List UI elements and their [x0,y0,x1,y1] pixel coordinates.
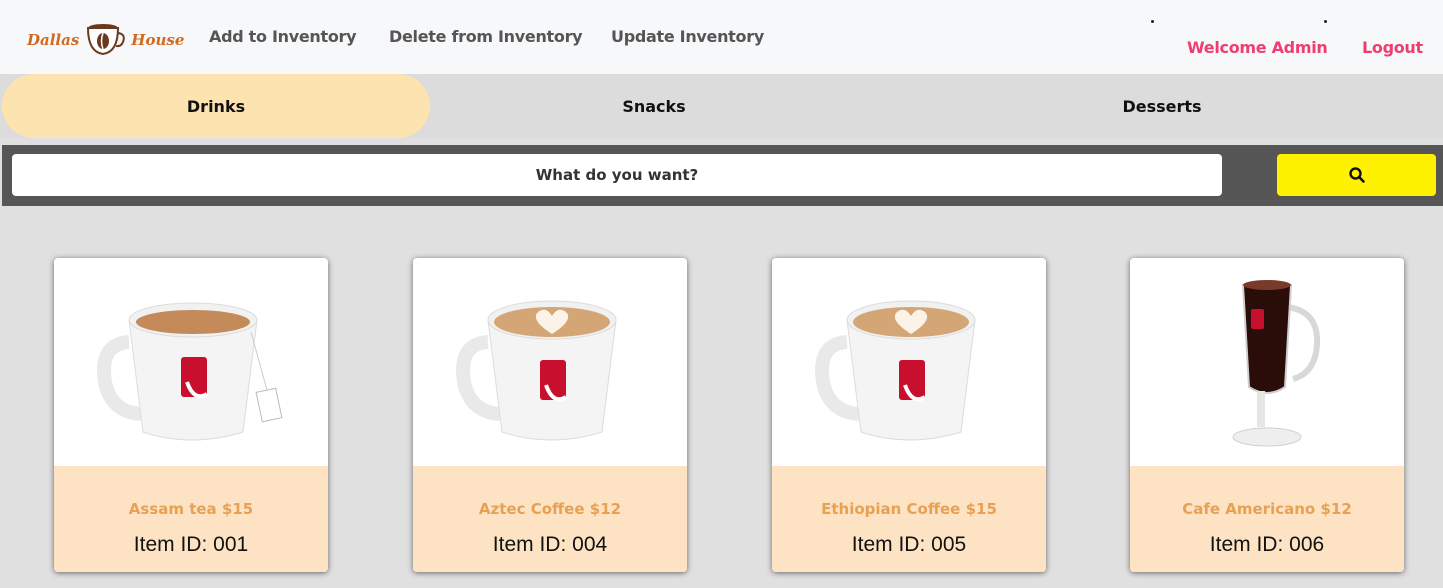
search-input[interactable] [12,154,1222,196]
card-footer: Cafe Americano $12 Item ID: 006 [1130,466,1404,572]
welcome-admin-link[interactable]: Welcome Admin [1187,38,1328,57]
product-image-ethiopian-coffee [772,258,1046,466]
search-icon [1348,167,1365,183]
nav-add-to-inventory[interactable]: Add to Inventory [209,27,357,46]
tea-mug-image [97,302,283,441]
product-card[interactable]: Aztec Coffee $12 Item ID: 004 [413,258,687,572]
tab-label: Snacks [622,96,686,116]
product-card[interactable]: Assam tea $15 Item ID: 001 [54,258,328,572]
brand-word-right: House [131,31,185,49]
product-card[interactable]: Cafe Americano $12 Item ID: 006 [1130,258,1404,572]
decorative-dot [1324,20,1327,23]
product-image-aztec-coffee [413,258,687,466]
latte-mug-image [815,300,976,441]
nav-delete-from-inventory[interactable]: Delete from Inventory [389,27,583,46]
latte-mug-image [456,300,617,441]
item-title: Aztec Coffee $12 [478,500,622,518]
top-navbar: Dallas House Add to Inventory Delete fro… [0,0,1443,74]
search-button[interactable] [1277,154,1436,196]
tab-label: Desserts [1122,96,1202,116]
brand-word-left: Dallas [27,31,80,49]
coffee-cup-icon [87,24,126,56]
tab-snacks[interactable]: Snacks [440,74,868,138]
card-footer: Assam tea $15 Item ID: 001 [54,466,328,572]
item-id: Item ID: 004 [492,533,608,556]
decorative-dot [1151,20,1154,23]
product-image-cafe-americano [1130,258,1404,466]
nav-update-inventory[interactable]: Update Inventory [611,27,764,46]
item-id: Item ID: 001 [133,533,249,556]
search-bar [2,145,1443,206]
item-title: Cafe Americano $12 [1182,500,1352,518]
tab-desserts[interactable]: Desserts [948,74,1376,138]
card-footer: Aztec Coffee $12 Item ID: 004 [413,466,687,572]
americano-glass-image [1232,280,1321,447]
product-card[interactable]: Ethiopian Coffee $15 Item ID: 005 [772,258,1046,572]
tab-drinks[interactable]: Drinks [2,74,430,138]
logout-link[interactable]: Logout [1362,38,1423,57]
item-title: Assam tea $15 [128,500,254,518]
item-id: Item ID: 005 [851,533,967,556]
brand-logo[interactable]: Dallas House [27,18,184,62]
item-title: Ethiopian Coffee $15 [821,500,997,518]
item-id: Item ID: 006 [1209,533,1325,556]
tab-label: Drinks [186,96,246,116]
product-image-assam-tea [54,258,328,466]
category-tabs: Drinks Snacks Desserts [0,74,1443,138]
card-footer: Ethiopian Coffee $15 Item ID: 005 [772,466,1046,572]
